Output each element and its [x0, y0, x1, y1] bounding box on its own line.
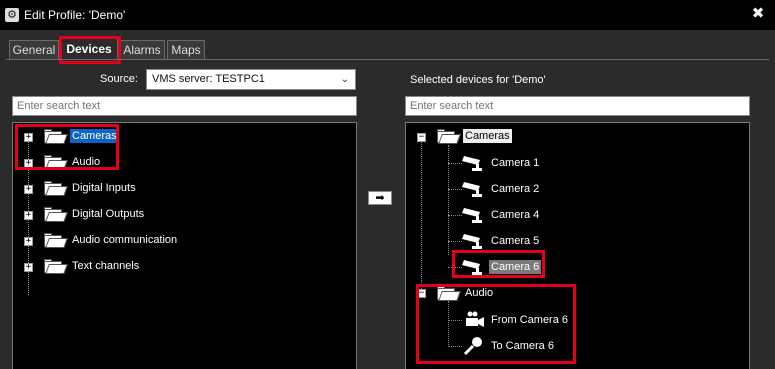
right-search-input[interactable]	[405, 96, 750, 116]
camera-icon	[462, 208, 482, 223]
tree-item-digital-outputs[interactable]: Digital Outputs	[44, 204, 146, 224]
window-title: Edit Profile: 'Demo'	[24, 8, 126, 22]
folder-icon	[44, 258, 68, 274]
tree-item-cameras[interactable]: Cameras	[44, 126, 119, 146]
selected-tree-item-audio[interactable]: Audio	[437, 283, 495, 303]
expand-audio-icon[interactable]: +	[24, 159, 33, 168]
source-value: VMS server: TESTPC1	[152, 73, 265, 85]
profile-settings-icon: ⚙	[5, 8, 19, 22]
tab-devices[interactable]: Devices	[60, 38, 118, 60]
selected-camera-2[interactable]: Camera 2	[462, 179, 541, 199]
title-bar: ⚙ Edit Profile: 'Demo' ✖	[0, 0, 775, 30]
close-button[interactable]: ✖	[751, 6, 765, 21]
tree-item-digital-inputs[interactable]: Digital Inputs	[44, 178, 138, 198]
folder-icon	[44, 232, 68, 248]
collapse-cameras-icon[interactable]: −	[417, 133, 426, 142]
folder-icon	[44, 206, 68, 222]
folder-icon	[437, 128, 461, 144]
selected-camera-1[interactable]: Camera 1	[462, 153, 541, 173]
tab-general[interactable]: General	[9, 40, 59, 60]
tab-alarms[interactable]: Alarms	[119, 40, 165, 60]
tree-item-audio-communication[interactable]: Audio communication	[44, 230, 179, 250]
speaker-icon	[463, 337, 482, 356]
selected-camera-5[interactable]: Camera 5	[462, 231, 541, 251]
selected-audio-to-camera-6[interactable]: To Camera 6	[462, 336, 556, 356]
collapse-audio-icon[interactable]: −	[417, 289, 426, 298]
left-search-input[interactable]	[12, 96, 357, 116]
selected-devices-heading: Selected devices for 'Demo'	[410, 74, 546, 86]
tree-item-audio[interactable]: Audio	[44, 152, 102, 172]
folder-icon	[44, 180, 68, 196]
selected-tree-item-cameras[interactable]: Cameras	[437, 126, 512, 146]
tree-item-text-channels[interactable]: Text channels	[44, 256, 141, 276]
folder-icon	[44, 154, 68, 170]
camera-icon	[462, 156, 482, 171]
source-label: Source:	[100, 73, 138, 85]
selected-audio-from-camera-6[interactable]: From Camera 6	[462, 310, 570, 330]
source-select[interactable]: VMS server: TESTPC1 ⌄	[146, 69, 356, 90]
selected-devices-tree: − Cameras Camera 1 Camera 2 Camera 4 Cam…	[405, 122, 750, 369]
microphone-icon	[466, 311, 484, 327]
selected-camera-4[interactable]: Camera 4	[462, 205, 541, 225]
expand-cameras-icon[interactable]: +	[24, 133, 33, 142]
camera-icon	[462, 182, 482, 197]
tab-maps[interactable]: Maps	[167, 40, 205, 60]
expand-text-channels-icon[interactable]: +	[24, 263, 33, 272]
folder-icon	[44, 128, 68, 144]
expand-digital-inputs-icon[interactable]: +	[24, 185, 33, 194]
available-devices-tree: + Cameras + Audio + Digital Inputs + Dig…	[12, 122, 357, 369]
chevron-down-icon: ⌄	[340, 74, 349, 85]
expand-audio-communication-icon[interactable]: +	[24, 237, 33, 246]
selected-camera-6[interactable]: Camera 6	[462, 257, 542, 277]
camera-icon	[462, 234, 482, 249]
add-to-selection-button[interactable]: ➡	[368, 191, 392, 205]
camera-icon	[462, 260, 482, 275]
expand-digital-outputs-icon[interactable]: +	[24, 211, 33, 220]
folder-icon	[437, 285, 461, 301]
